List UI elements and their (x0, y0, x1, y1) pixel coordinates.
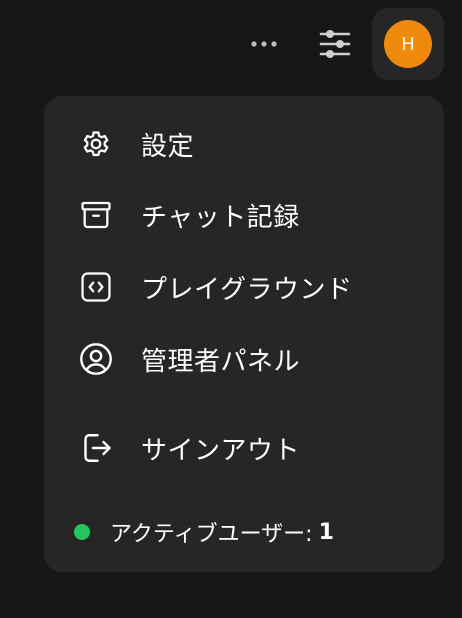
profile-button[interactable]: H (372, 8, 444, 80)
menu-item-playground[interactable]: プレイグラウンド (64, 257, 424, 317)
ellipsis-icon (250, 40, 278, 48)
controls-button[interactable] (312, 22, 358, 66)
menu-item-label: 設定 (141, 131, 195, 162)
menu-item-label: チャット記録 (141, 202, 300, 233)
menu-item-label: 管理者パネル (141, 346, 301, 377)
user-circle-icon (64, 329, 128, 389)
user-menu: 設定 チャット記録 プレイグラウンド 管理者パネル サインアウト アクティブユー… (44, 96, 444, 572)
menu-item-label: サインアウト (141, 435, 301, 466)
sign-out-icon (64, 418, 128, 478)
avatar-initial: H (401, 33, 415, 54)
sliders-icon (318, 28, 352, 60)
active-users-status: アクティブユーザー: 1 (74, 512, 334, 552)
top-bar: H (0, 0, 462, 90)
code-icon (64, 257, 128, 317)
avatar: H (384, 20, 432, 68)
gear-icon (64, 114, 128, 174)
active-users-count: 1 (318, 519, 334, 545)
menu-item-label: プレイグラウンド (141, 274, 353, 305)
active-users-label: アクティブユーザー: (110, 522, 313, 547)
online-status-dot (74, 524, 90, 540)
menu-item-sign-out[interactable]: サインアウト (64, 418, 424, 478)
menu-item-settings[interactable]: 設定 (64, 114, 424, 174)
more-options-button[interactable] (242, 24, 286, 64)
menu-item-chat-history[interactable]: チャット記録 (64, 185, 424, 245)
menu-item-admin-panel[interactable]: 管理者パネル (64, 329, 424, 389)
archive-icon (64, 185, 128, 245)
